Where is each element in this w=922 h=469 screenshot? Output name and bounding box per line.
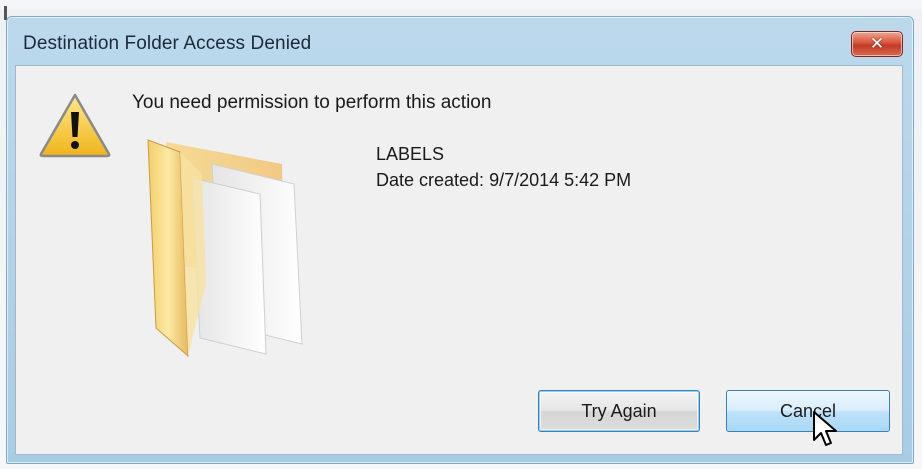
try-again-button[interactable]: Try Again bbox=[538, 390, 700, 432]
warning-icon bbox=[39, 93, 111, 158]
close-button[interactable]: ✕ bbox=[851, 31, 903, 57]
desktop-background bbox=[0, 0, 922, 10]
folder-date-created: Date created: 9/7/2014 5:42 PM bbox=[376, 170, 632, 190]
dialog-title: Destination Folder Access Denied bbox=[23, 33, 312, 54]
cancel-button[interactable]: Cancel bbox=[726, 390, 890, 432]
dialog-titlebar[interactable]: Destination Folder Access Denied ✕ bbox=[7, 17, 913, 65]
screen: Destination Folder Access Denied ✕ You n… bbox=[0, 0, 922, 469]
mouse-cursor-icon bbox=[813, 411, 837, 446]
folder-name: LABELS bbox=[376, 144, 445, 164]
close-icon: ✕ bbox=[869, 33, 885, 54]
permission-message: You need permission to perform this acti… bbox=[132, 92, 492, 113]
folder-icon bbox=[147, 139, 303, 358]
access-denied-dialog: Destination Folder Access Denied ✕ You n… bbox=[6, 16, 914, 464]
dialog-content: You need permission to perform this acti… bbox=[15, 65, 903, 455]
